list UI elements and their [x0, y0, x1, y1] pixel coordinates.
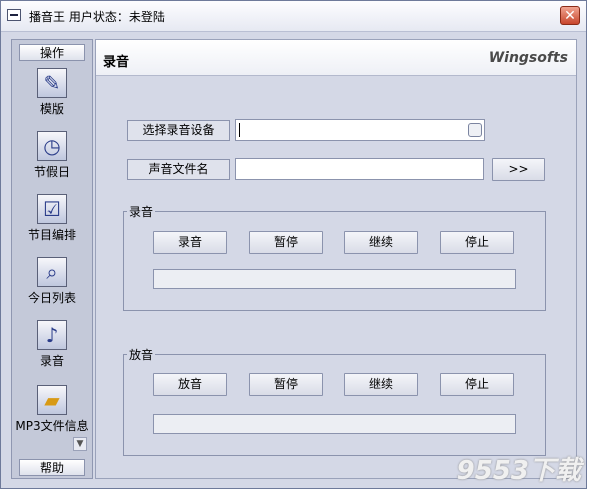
sidebar-item-label: 节目编排 — [27, 228, 76, 242]
sidebar-item-label: 录音 — [39, 354, 64, 368]
app-window: 播音王 用户状态：未登陆 ✕ 操作 ✎ 模版 ◷ 节假日 ☑ 节目编排 ⌕ 今日… — [0, 0, 587, 489]
window-title: 播音王 用户状态：未登陆 — [29, 10, 165, 24]
record-resume-button[interactable]: 继续 — [344, 231, 418, 254]
play-progress-bar — [153, 414, 516, 434]
device-label: 选择录音设备 — [127, 120, 230, 141]
play-button[interactable]: 放音 — [153, 373, 227, 396]
close-button[interactable]: ✕ — [560, 6, 580, 25]
page-title: 录音 — [103, 55, 130, 70]
record-group: 录音 录音 暂停 继续 停止 — [123, 203, 546, 311]
title-bar[interactable]: 播音王 用户状态：未登陆 ✕ — [1, 1, 586, 32]
sidebar-item-mp3-info[interactable]: ▰ MP3文件信息 — [12, 385, 92, 434]
browse-button[interactable]: >> — [492, 158, 545, 181]
sidebar-item-holidays[interactable]: ◷ 节假日 — [12, 131, 92, 180]
play-stop-button[interactable]: 停止 — [440, 373, 514, 396]
sidebar-footer-help[interactable]: 帮助 — [19, 459, 85, 476]
sidebar: 操作 ✎ 模版 ◷ 节假日 ☑ 节目编排 ⌕ 今日列表 ♪ 录音 ▰ MP3文件… — [11, 39, 93, 479]
schedule-icon: ☑ — [37, 194, 67, 224]
record-pause-button[interactable]: 暂停 — [249, 231, 323, 254]
folder-icon: ▰ — [37, 385, 67, 415]
sidebar-header-operations[interactable]: 操作 — [19, 44, 85, 61]
play-group-label: 放音 — [127, 346, 156, 363]
sidebar-item-label: MP3文件信息 — [15, 419, 89, 433]
record-button[interactable]: 录音 — [153, 231, 227, 254]
text-cursor — [239, 123, 240, 137]
music-note-icon: ♪ — [37, 320, 67, 350]
sidebar-item-template[interactable]: ✎ 模版 — [12, 68, 92, 117]
filename-label: 声音文件名 — [127, 159, 230, 180]
play-group: 放音 放音 暂停 继续 停止 — [123, 346, 546, 456]
record-progress-bar — [153, 269, 516, 289]
play-pause-button[interactable]: 暂停 — [249, 373, 323, 396]
sidebar-item-label: 节假日 — [33, 165, 70, 179]
clock-icon: ◷ — [37, 131, 67, 161]
sidebar-item-record[interactable]: ♪ 录音 — [12, 320, 92, 369]
record-panel: 录音 Wingsofts 选择录音设备 声音文件名 >> 录音 录音 暂停 继续… — [95, 39, 577, 479]
dropdown-icon[interactable] — [468, 123, 482, 137]
device-select[interactable] — [235, 119, 485, 141]
sidebar-item-label: 模版 — [39, 102, 64, 116]
sidebar-item-today-list[interactable]: ⌕ 今日列表 — [12, 257, 92, 306]
system-menu-icon[interactable] — [7, 9, 21, 21]
search-list-icon: ⌕ — [37, 257, 67, 287]
record-stop-button[interactable]: 停止 — [440, 231, 514, 254]
play-resume-button[interactable]: 继续 — [344, 373, 418, 396]
record-group-label: 录音 — [127, 203, 156, 220]
sidebar-item-label: 今日列表 — [27, 291, 76, 305]
filename-field[interactable] — [235, 158, 484, 180]
sidebar-item-schedule[interactable]: ☑ 节目编排 — [12, 194, 92, 243]
brand-logo: Wingsofts — [488, 50, 568, 66]
template-icon: ✎ — [37, 68, 67, 98]
chevron-down-icon[interactable]: ▼ — [73, 437, 87, 451]
panel-header: 录音 Wingsofts — [96, 40, 576, 76]
watermark-logo: 9553下载 — [456, 456, 581, 486]
